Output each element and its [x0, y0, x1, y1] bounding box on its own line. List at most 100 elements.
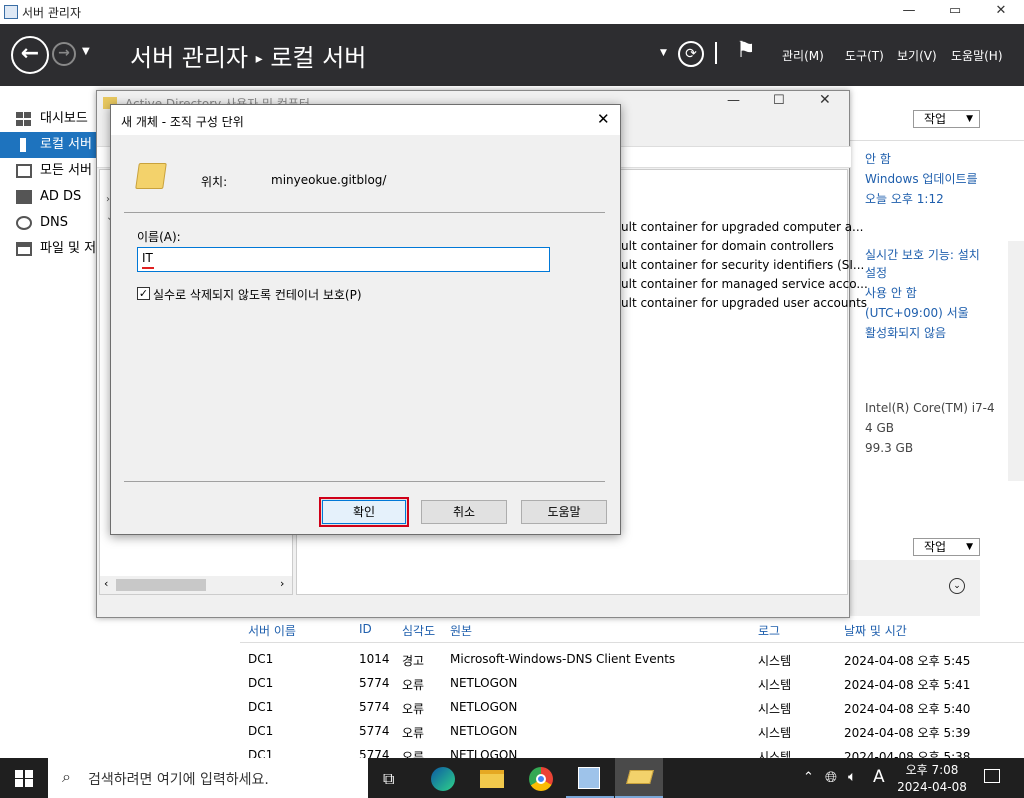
column-header[interactable]: 서버 이름	[248, 622, 296, 639]
tasks-dropdown[interactable]: 작업 ▼	[913, 110, 980, 128]
file-explorer-icon[interactable]	[480, 770, 504, 788]
list-item[interactable]: ult container for security identifiers (…	[621, 258, 864, 272]
table-cell: 1014	[359, 652, 390, 666]
table-cell: 시스템	[758, 654, 792, 668]
sidebar-item-dns[interactable]: DNS	[0, 210, 100, 236]
tasks-dropdown-events[interactable]: 작업 ▼	[913, 538, 980, 556]
column-header[interactable]: 로그	[758, 622, 780, 639]
table-cell: 오류	[402, 702, 425, 716]
scrollbar[interactable]	[1008, 241, 1024, 481]
start-button[interactable]	[15, 770, 33, 787]
horizontal-scrollbar[interactable]: ‹ ›	[100, 576, 292, 594]
window-title: 서버 관리자	[22, 6, 82, 20]
history-dropdown-icon[interactable]: ▼	[82, 46, 90, 57]
table-cell: 5774	[359, 700, 390, 714]
column-header[interactable]: 날짜 및 시간	[844, 622, 907, 639]
list-item[interactable]: ult container for upgraded user accounts	[621, 296, 867, 310]
list-item[interactable]: ult container for domain controllers	[621, 239, 834, 253]
action-center-icon[interactable]	[984, 769, 1000, 783]
property-value[interactable]: 안 함	[865, 150, 891, 167]
sidebar-item-local-server[interactable]: 로컬 서버	[0, 132, 100, 158]
list-item[interactable]: ult container for upgraded computer a...	[621, 220, 864, 234]
menu-tools[interactable]: 도구(T)	[845, 47, 884, 64]
table-cell: DC1	[248, 724, 274, 738]
dns-icon	[16, 216, 32, 230]
table-cell: NETLOGON	[450, 700, 518, 714]
menu-view[interactable]: 보기(V)	[897, 47, 937, 64]
table-row[interactable]: DC1 5774 오류 NETLOGON 시스템 2024-04-08 오후 5:41	[240, 676, 1010, 696]
ad-minimize-button[interactable]: —	[727, 93, 740, 108]
events-table: 서버 이름 ID 심각도 원본 로그 날짜 및 시간 DC1 1014 경고 Micr…	[240, 618, 1024, 764]
property-value[interactable]: 오늘 오후 1:12	[865, 190, 944, 207]
column-header[interactable]: ID	[359, 622, 372, 636]
minimize-button[interactable]: —	[886, 0, 932, 24]
sidebar-item-label: 대시보드	[40, 111, 88, 126]
property-value[interactable]: 사용 안 함	[865, 284, 917, 301]
table-row[interactable]: DC1 5774 오류 NETLOGON 시스템 2024-04-08 오후 5:39	[240, 724, 1010, 744]
dropdown-icon[interactable]: ▼	[660, 48, 667, 58]
page-title: 서버 관리자 ▸ 로컬 서버	[130, 44, 367, 72]
task-view-icon[interactable]: ⧉	[383, 769, 394, 789]
ok-button[interactable]: 확인	[319, 497, 409, 527]
dialog-close-button[interactable]: ✕	[597, 110, 610, 128]
edge-icon[interactable]	[431, 767, 455, 791]
ou-folder-icon	[135, 163, 167, 189]
property-value: 4 GB	[865, 421, 894, 435]
title-bar: 서버 관리자 — ▭ ✕	[0, 0, 1024, 24]
back-button[interactable]: ←	[11, 36, 49, 74]
cancel-button[interactable]: 취소	[421, 500, 507, 524]
chrome-icon[interactable]	[529, 767, 553, 791]
property-value[interactable]: 실시간 보호 기능: 설치	[865, 246, 980, 263]
column-header[interactable]: 심각도	[402, 622, 435, 639]
menu-help[interactable]: 도움말(H)	[951, 47, 1003, 64]
protect-label[interactable]: 실수로 삭제되지 않도록 컨테이너 보호(P)	[153, 286, 362, 303]
ime-indicator[interactable]: A	[873, 767, 885, 787]
ad-close-button[interactable]: ✕	[819, 92, 831, 108]
help-button[interactable]: 도움말	[521, 500, 607, 524]
server-manager-taskbar-icon[interactable]	[566, 758, 614, 798]
location-label: 위치:	[201, 175, 228, 189]
ad-maximize-button[interactable]: ☐	[773, 93, 785, 108]
clock[interactable]: 오후 7:08 2024-04-08	[896, 761, 968, 794]
search-box[interactable]: ⌕ 검색하려면 여기에 입력하세요.	[48, 758, 368, 798]
table-cell: 오류	[402, 678, 425, 692]
chevron-up-icon[interactable]: ⌃	[803, 770, 814, 785]
header: ← → ▼ 서버 관리자 ▸ 로컬 서버 ▼ ⟳ ⚑ 관리(M) 도구(T) 보…	[0, 24, 1024, 86]
property-value[interactable]: Windows 업데이트를	[865, 170, 978, 187]
protect-checkbox[interactable]: ✓	[137, 287, 150, 300]
refresh-icon[interactable]: ⟳	[678, 41, 704, 67]
column-header[interactable]: 원본	[450, 622, 472, 639]
close-button[interactable]: ✕	[978, 0, 1024, 24]
name-label: 이름(A):	[137, 230, 181, 244]
sidebar-item-file-storage[interactable]: 파일 및 저	[0, 236, 100, 262]
server-icon	[20, 138, 26, 152]
property-value[interactable]: 활성화되지 않음	[865, 324, 946, 341]
ad-users-taskbar-icon[interactable]	[615, 758, 663, 798]
property-value[interactable]: 설정	[865, 264, 887, 281]
spellcheck-underline	[142, 267, 154, 269]
property-value[interactable]: (UTC+09:00) 서울	[865, 304, 969, 321]
notifications-flag-icon[interactable]: ⚑	[736, 38, 756, 63]
table-row[interactable]: DC1 5774 오류 NETLOGON 시스템 2024-04-08 오후 5:40	[240, 700, 1010, 720]
forward-button[interactable]: →	[52, 42, 76, 66]
table-cell: 5774	[359, 724, 390, 738]
list-item[interactable]: ult container for managed service acco..…	[621, 277, 868, 291]
sidebar-item-ad-ds[interactable]: AD DS	[0, 184, 100, 210]
menu-manage[interactable]: 관리(M)	[782, 47, 824, 64]
sidebar-item-dashboard[interactable]: 대시보드	[0, 106, 100, 132]
network-icon[interactable]: 🌐︎	[825, 768, 837, 786]
table-cell: 경고	[402, 654, 425, 668]
clock-date: 2024-04-08	[897, 780, 967, 794]
table-row[interactable]: DC1 1014 경고 Microsoft-Windows-DNS Client Ev…	[240, 652, 1010, 672]
expand-icon[interactable]: ⌄	[949, 578, 965, 594]
maximize-button[interactable]: ▭	[932, 0, 978, 24]
volume-muted-icon[interactable]: 🔈︎	[848, 769, 856, 785]
sidebar-item-all-servers[interactable]: 모든 서버	[0, 158, 100, 184]
location-value: minyeokue.gitblog/	[271, 173, 387, 187]
name-input[interactable]: IT	[137, 247, 550, 272]
dialog-title-bar: 새 개체 - 조직 구성 단위 ✕	[111, 105, 620, 135]
property-value: 99.3 GB	[865, 441, 914, 455]
divider	[240, 642, 1024, 643]
divider	[715, 42, 717, 64]
new-ou-dialog: 새 개체 - 조직 구성 단위 ✕ 위치: minyeokue.gitblog/…	[110, 104, 621, 535]
